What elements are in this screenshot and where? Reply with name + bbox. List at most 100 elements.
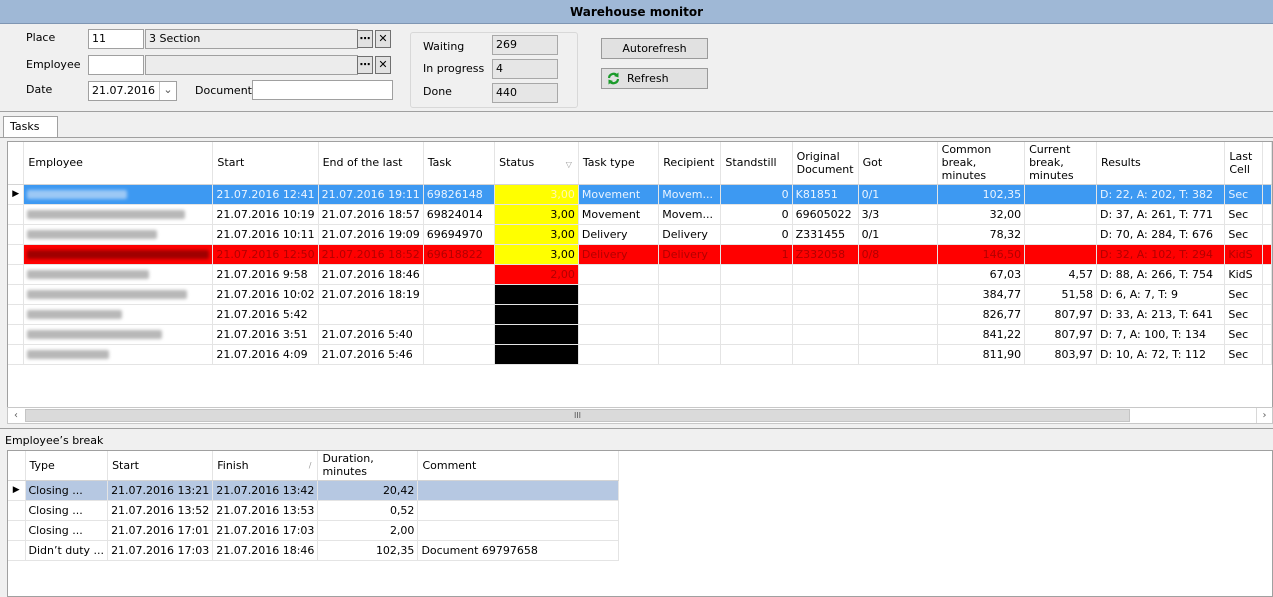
cell-common-break: 826,77 (937, 304, 1026, 325)
row-indicator (8, 520, 26, 541)
cell-start: 21.07.2016 12:41 (212, 184, 319, 205)
column-header-recipient[interactable]: Recipient (658, 142, 722, 185)
task-row[interactable]: 21.07.2016 3:51 21.07.2016 5:40 841,22 807,… (8, 324, 1272, 345)
chevron-down-icon[interactable]: ⌄ (159, 82, 176, 100)
cell-last-cell: Sec (1224, 344, 1263, 365)
cell-task-type: Delivery (578, 244, 660, 265)
cell-results: D: 70, A: 284, T: 676 (1096, 224, 1226, 245)
column-header-standstill[interactable]: Standstill (720, 142, 793, 185)
employee-name-field (145, 55, 358, 75)
employee-name-blurred (27, 310, 123, 319)
column-header-filler (1262, 142, 1272, 185)
cell-filler (1262, 304, 1272, 325)
break-row[interactable]: Closing ... 21.07.2016 17:01 21.07.2016 17… (8, 520, 620, 541)
task-row[interactable]: 21.07.2016 12:50 21.07.2016 18:52 69618822… (8, 244, 1272, 265)
column-header-end-of-the-last[interactable]: End of the last (318, 142, 424, 185)
cell-filler (1262, 184, 1272, 205)
refresh-button[interactable]: Refresh (601, 68, 708, 89)
breaks-section-title: Employee’s break (5, 434, 104, 447)
cell-results: D: 33, A: 213, T: 641 (1096, 304, 1226, 325)
autorefresh-button[interactable]: Autorefresh (601, 38, 708, 59)
break-column-header-duration-minutes[interactable]: Duration, minutes (317, 451, 419, 481)
cell-start: 21.07.2016 10:11 (212, 224, 319, 245)
task-row[interactable]: 21.07.2016 10:11 21.07.2016 19:09 69694970… (8, 224, 1272, 245)
tasks-table: Employee Start End of the last Task Status ▽ T… (8, 142, 1272, 404)
break-column-header-finish[interactable]: Finish / (212, 451, 319, 481)
break-cell-type: Closing ... (25, 520, 109, 541)
row-indicator: ▶ (8, 480, 26, 501)
column-header-employee[interactable]: Employee (23, 142, 214, 185)
scrollbar-thumb[interactable]: III (25, 409, 1130, 422)
break-cell-comment (417, 480, 620, 501)
cell-last-cell: Sec (1224, 184, 1263, 205)
sort-icon: ▽ (565, 160, 572, 169)
employee-name-blurred (27, 190, 128, 199)
breaks-table: Type Start Finish / Duration, minutes Comment… (8, 451, 620, 561)
cell-status: 3,00 (494, 204, 579, 225)
break-cell-duration: 20,42 (317, 480, 419, 501)
column-header-label: Original Document (796, 149, 854, 176)
break-cell-duration: 0,52 (317, 500, 419, 521)
document-input[interactable] (252, 80, 393, 100)
task-row[interactable]: 21.07.2016 10:02 21.07.2016 18:19 384,77 51… (8, 284, 1272, 305)
task-row[interactable]: 21.07.2016 9:58 21.07.2016 18:46 2,00 67,03… (8, 264, 1272, 285)
cell-task (423, 324, 496, 345)
task-row[interactable]: ▶ 21.07.2016 12:41 21.07.2016 19:11 6982614… (8, 184, 1272, 205)
cell-task-type: Movement (578, 204, 660, 225)
column-header-common-break-minutes[interactable]: Common break, minutes (937, 142, 1026, 185)
done-label: Done (423, 85, 452, 98)
employee-clear-button[interactable]: ✕ (375, 56, 391, 74)
task-row[interactable]: 21.07.2016 4:09 21.07.2016 5:46 811,90 803,… (8, 344, 1272, 365)
column-header-current-break-minutes[interactable]: Current break, minutes (1024, 142, 1098, 185)
cell-got: 0/8 (858, 244, 938, 265)
column-header-status[interactable]: Status ▽ (494, 142, 579, 185)
break-column-header-type[interactable]: Type (25, 451, 109, 481)
column-header-results[interactable]: Results (1096, 142, 1226, 185)
employee-name-blurred (27, 330, 163, 339)
cell-employee (23, 344, 214, 365)
column-header-label: Comment (422, 458, 477, 472)
column-header-original-document[interactable]: Original Document (792, 142, 859, 185)
scroll-right-icon[interactable]: › (1256, 408, 1272, 423)
header-separator (0, 111, 1273, 112)
cell-common-break: 384,77 (937, 284, 1026, 305)
tasks-grid: Employee Start End of the last Task Status ▽ T… (7, 141, 1273, 408)
break-row[interactable]: ▶ Closing ... 21.07.2016 13:21 21.07.2016 1… (8, 480, 620, 501)
tasks-horizontal-scrollbar[interactable]: ‹ III › (7, 407, 1273, 424)
tab-tasks[interactable]: Tasks (3, 116, 58, 138)
break-column-header-comment[interactable]: Comment (417, 451, 620, 481)
task-row[interactable]: 21.07.2016 10:19 21.07.2016 18:57 69824014… (8, 204, 1272, 225)
employee-label: Employee (26, 58, 81, 71)
column-header-task[interactable]: Task (423, 142, 496, 185)
place-code-input[interactable]: 11 (88, 29, 144, 49)
break-cell-start: 21.07.2016 13:52 (107, 500, 214, 521)
column-header-got[interactable]: Got (858, 142, 938, 185)
cell-task-type: Movement (578, 184, 660, 205)
break-column-header-start[interactable]: Start (107, 451, 214, 481)
place-clear-button[interactable]: ✕ (375, 30, 391, 48)
row-indicator (8, 244, 25, 265)
task-row[interactable]: 21.07.2016 5:42 826,77 807,97 D: 33, A: 213… (8, 304, 1272, 325)
break-cell-start: 21.07.2016 13:21 (107, 480, 214, 501)
cell-recipient (658, 304, 722, 325)
break-cell-type: Closing ... (25, 500, 109, 521)
cell-end: 21.07.2016 5:40 (318, 324, 424, 345)
employee-code-input[interactable] (88, 55, 144, 75)
place-browse-button[interactable]: ⋯ (357, 30, 373, 48)
break-cell-duration: 2,00 (317, 520, 419, 541)
break-row[interactable]: Closing ... 21.07.2016 13:52 21.07.2016 13… (8, 500, 620, 521)
employee-browse-button[interactable]: ⋯ (357, 56, 373, 74)
date-picker[interactable]: 21.07.2016 ⌄ (88, 81, 177, 101)
column-header-label: Start (112, 458, 139, 472)
cell-employee (23, 184, 214, 205)
scroll-left-icon[interactable]: ‹ (8, 408, 24, 423)
column-header-task-type[interactable]: Task type (578, 142, 660, 185)
column-header-last-cell[interactable]: Last Cell (1224, 142, 1263, 185)
cell-filler (1262, 244, 1272, 265)
break-row[interactable]: Didn’t duty ... 21.07.2016 17:03 21.07.201… (8, 540, 620, 561)
close-icon: ✕ (378, 32, 388, 45)
column-header-start[interactable]: Start (212, 142, 319, 185)
cell-end (318, 304, 424, 325)
cell-recipient (658, 324, 722, 345)
done-value: 440 (492, 83, 558, 103)
